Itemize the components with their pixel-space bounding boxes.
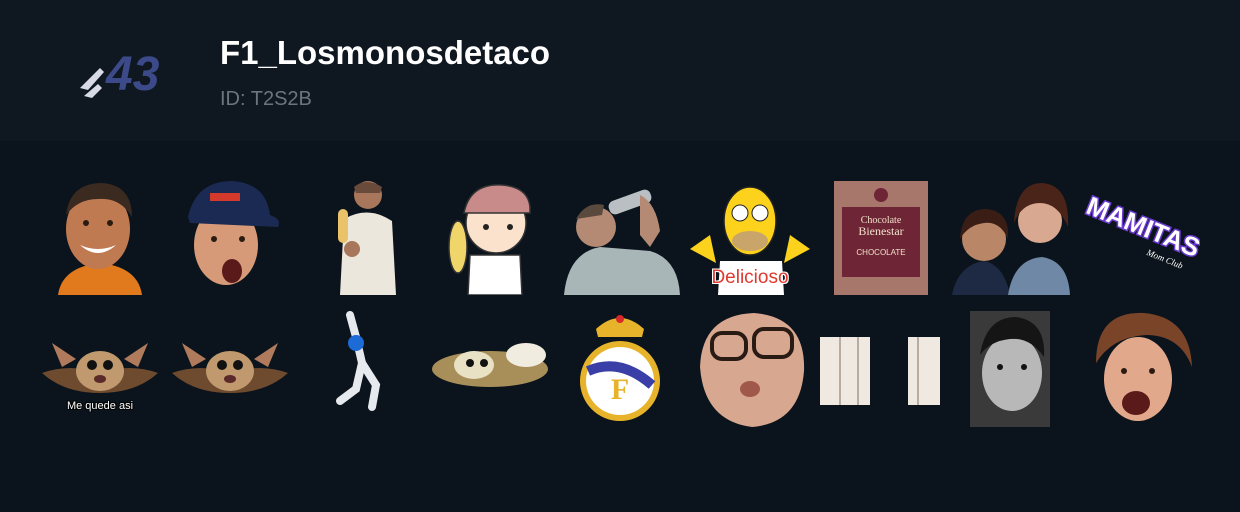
sticker-astronaut-figure[interactable] <box>300 307 420 427</box>
pack-id: ID: T2S2B <box>220 88 312 110</box>
svg-text:Bienestar: Bienestar <box>858 224 903 238</box>
sticker-gremlin-lying[interactable] <box>430 307 550 427</box>
sticker-grid: Delicioso Chocolate Bienestar CHOCOLATE … <box>0 141 1240 512</box>
sticker-man-drinking-bottle[interactable] <box>560 175 680 295</box>
number-43-logo-icon: 43 <box>78 38 184 102</box>
sticker-bw-young-man[interactable] <box>950 307 1070 427</box>
sticker-gremlin[interactable] <box>170 307 290 427</box>
sticker-two-women[interactable] <box>950 175 1070 295</box>
sticker-caption: Me quede asi <box>66 400 134 412</box>
pack-title: F1_Losmonosdetaco <box>220 34 551 71</box>
sticker-homer-delicioso[interactable]: Delicioso <box>690 175 810 295</box>
svg-text:CHOCOLATE: CHOCOLATE <box>856 248 905 257</box>
sticker-curly-hair-laughing[interactable] <box>1080 307 1200 427</box>
sticker-mamitas-text[interactable]: MAMITAS Mom Club <box>1080 175 1200 295</box>
svg-text:MAMITAS: MAMITAS <box>1082 190 1200 263</box>
svg-text:F: F <box>611 373 629 406</box>
sticker-paper-strips[interactable] <box>820 307 940 427</box>
sticker-cartoon-boy-corn[interactable] <box>430 175 550 295</box>
pack-header: 43 F1_Losmonosdetaco ID: T2S2B <box>0 0 1240 141</box>
logo-number: 43 <box>105 48 160 101</box>
sticker-smiling-man-orange-shirt[interactable] <box>40 175 160 295</box>
sticker-gremlin-me-quede-asi[interactable]: Me quede asi <box>40 307 160 427</box>
sticker-chocolate-box[interactable]: Chocolate Bienestar CHOCOLATE <box>820 175 940 295</box>
sticker-man-glasses-face[interactable] <box>690 307 810 427</box>
sticker-driver-cap-shocked[interactable] <box>170 175 290 295</box>
sticker-real-madrid-crest[interactable]: F <box>560 307 680 427</box>
sticker-caption: Delicioso <box>711 267 789 288</box>
sticker-man-holding-corn[interactable] <box>300 175 420 295</box>
